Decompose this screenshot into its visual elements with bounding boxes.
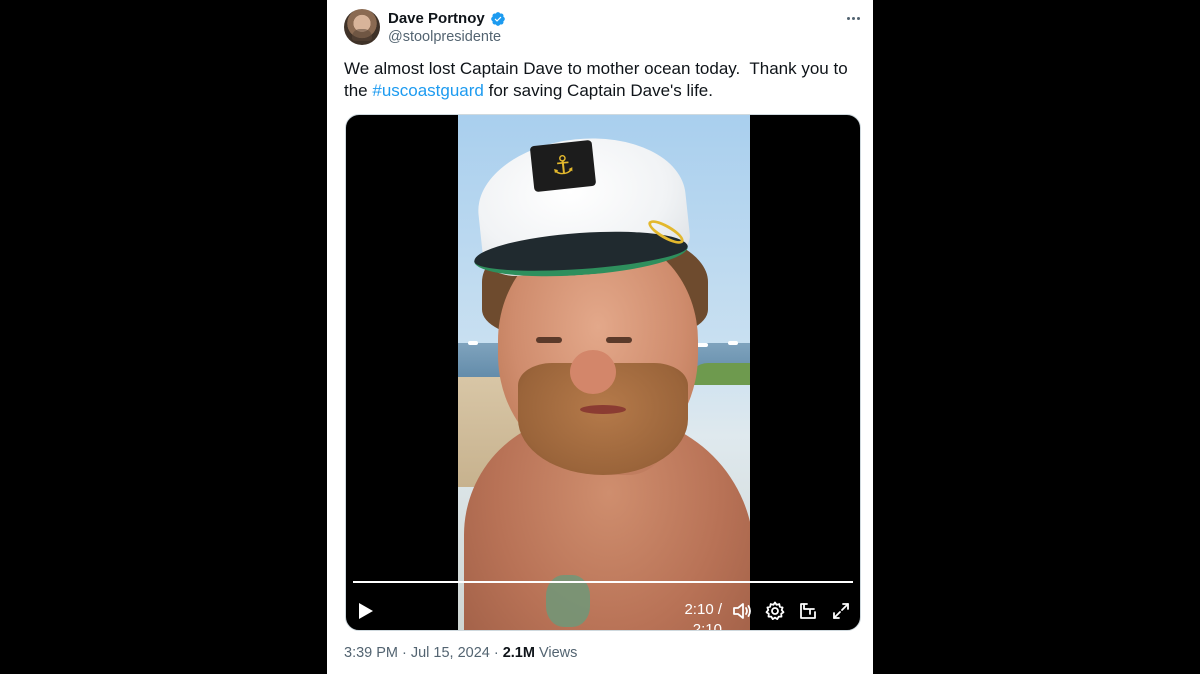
verified-badge-icon	[490, 11, 505, 26]
tweet-date[interactable]: Jul 15, 2024	[411, 645, 490, 661]
video-progress-bar[interactable]	[353, 581, 853, 583]
author-name-row: Dave Portnoy	[388, 10, 506, 27]
play-icon[interactable]	[354, 599, 378, 623]
pop-out-icon[interactable]	[796, 599, 820, 623]
volume-icon[interactable]	[730, 599, 754, 623]
tweet-timestamp[interactable]: 3:39 PM	[344, 645, 398, 661]
views-label: Views	[538, 645, 578, 661]
tweet-card: Dave Portnoy @stoolpresidente We almost …	[327, 0, 873, 674]
video-frame: ⚓	[458, 115, 750, 630]
video-time-display: 2:10 / 2:10	[684, 601, 722, 631]
more-icon[interactable]	[839, 8, 867, 28]
author-name[interactable]: Dave Portnoy	[388, 10, 485, 27]
hashtag-link[interactable]: #uscoastguard	[372, 81, 484, 100]
author-avatar[interactable]	[344, 9, 380, 45]
tweet-text-part: for saving Captain Dave's life.	[483, 81, 713, 100]
author-handle[interactable]: @stoolpresidente	[388, 29, 501, 45]
views-count: 2.1M	[502, 645, 535, 661]
meta-separator: ·	[493, 645, 499, 661]
settings-gear-icon[interactable]	[763, 599, 787, 623]
video-player[interactable]: ⚓ 2:10 / 2:10	[345, 114, 861, 631]
tweet-meta: 3:39 PM · Jul 15, 2024 · 2.1M Views	[344, 645, 577, 661]
anchor-icon: ⚓	[529, 139, 597, 193]
fullscreen-icon[interactable]	[829, 599, 853, 623]
tweet-text: We almost lost Captain Dave to mother oc…	[344, 58, 859, 102]
meta-separator: ·	[402, 645, 407, 661]
video-progress-fill	[353, 581, 853, 583]
